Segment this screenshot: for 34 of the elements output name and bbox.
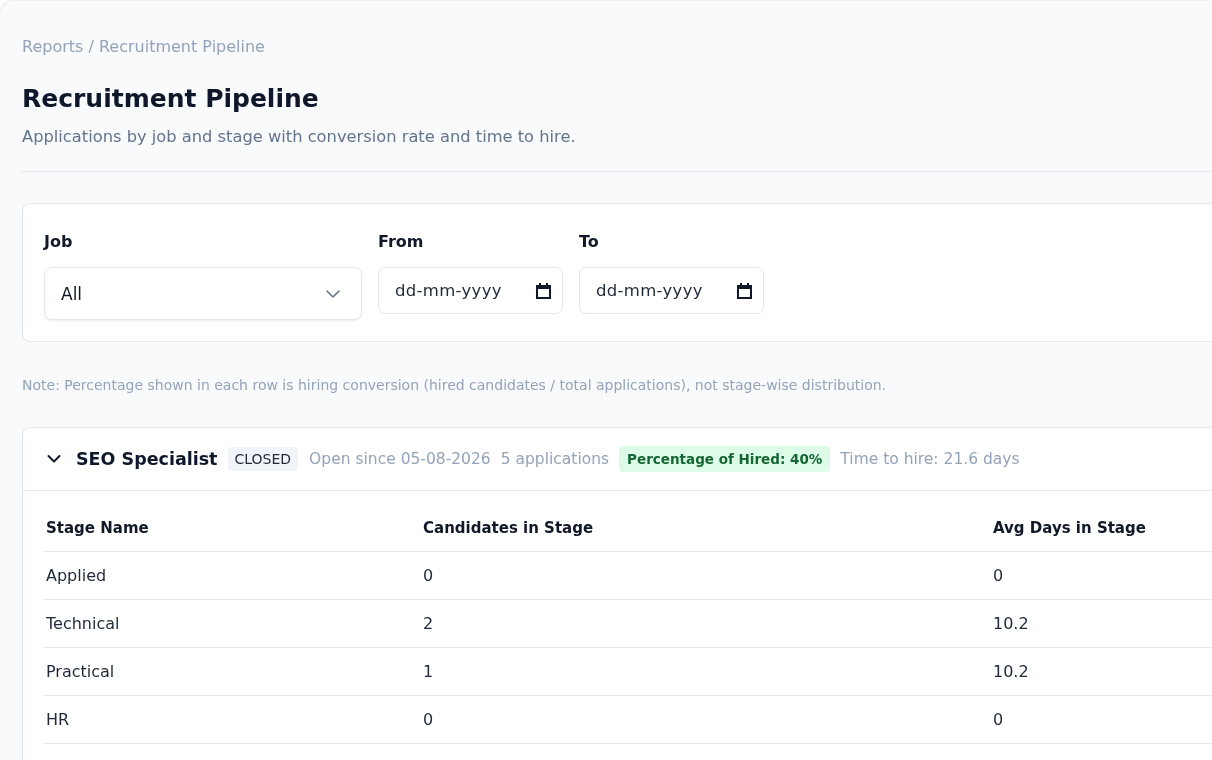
table-cell-text: 0 xyxy=(992,566,1005,585)
page-subtitle: Applications by job and stage with conversion rate and time to hire. xyxy=(22,126,577,148)
filter-label: To xyxy=(579,232,600,252)
table-cell-text: 0 xyxy=(992,710,1005,729)
filter-label: Job xyxy=(44,232,74,252)
filter-label: From xyxy=(378,232,425,252)
job-select[interactable]: All xyxy=(44,267,362,320)
time-to-hire-text: Time to hire: 21.6 days xyxy=(840,450,1020,468)
date-field[interactable]: dd-mm-yyyy xyxy=(378,267,563,314)
column-header: Candidates in Stage xyxy=(422,518,595,537)
table-cell-text: HR xyxy=(45,710,71,729)
job-title[interactable]: SEO Specialist xyxy=(76,449,218,469)
table-cell-text: 10.2 xyxy=(992,662,1030,681)
hired-rate-badge: Percentage of Hired: 40% xyxy=(619,446,831,472)
chevron-down-icon xyxy=(326,289,340,298)
table-cell-text: Technical xyxy=(45,614,121,633)
column-header: Avg Days in Stage xyxy=(992,518,1147,537)
applications-count: 5 applications xyxy=(500,450,610,468)
table-cell-text: 0 xyxy=(422,710,435,729)
table-cell-text: 2 xyxy=(422,614,435,633)
table-cell-text: 0 xyxy=(422,566,435,585)
calendar-icon[interactable] xyxy=(737,282,752,299)
date-field[interactable]: dd-mm-yyyy xyxy=(579,267,764,314)
open-since-text: Open since 05-08-2026 xyxy=(309,450,491,468)
status-badge: CLOSED xyxy=(227,447,299,471)
table-cell-text: Practical xyxy=(45,662,116,681)
table-cell-text: 10.2 xyxy=(992,614,1030,633)
calendar-icon[interactable] xyxy=(536,282,551,299)
table-cell-text: 1 xyxy=(422,662,435,681)
breadcrumb: Reports / Recruitment Pipeline xyxy=(22,37,266,57)
column-header: Stage Name xyxy=(45,518,150,537)
note-text: Note: Percentage shown in each row is hiring conversion (hired candidates / total applications), not stage-wise distribution. xyxy=(22,376,888,394)
page-title: Recruitment Pipeline xyxy=(22,83,320,115)
table-cell-text: Applied xyxy=(45,566,108,585)
